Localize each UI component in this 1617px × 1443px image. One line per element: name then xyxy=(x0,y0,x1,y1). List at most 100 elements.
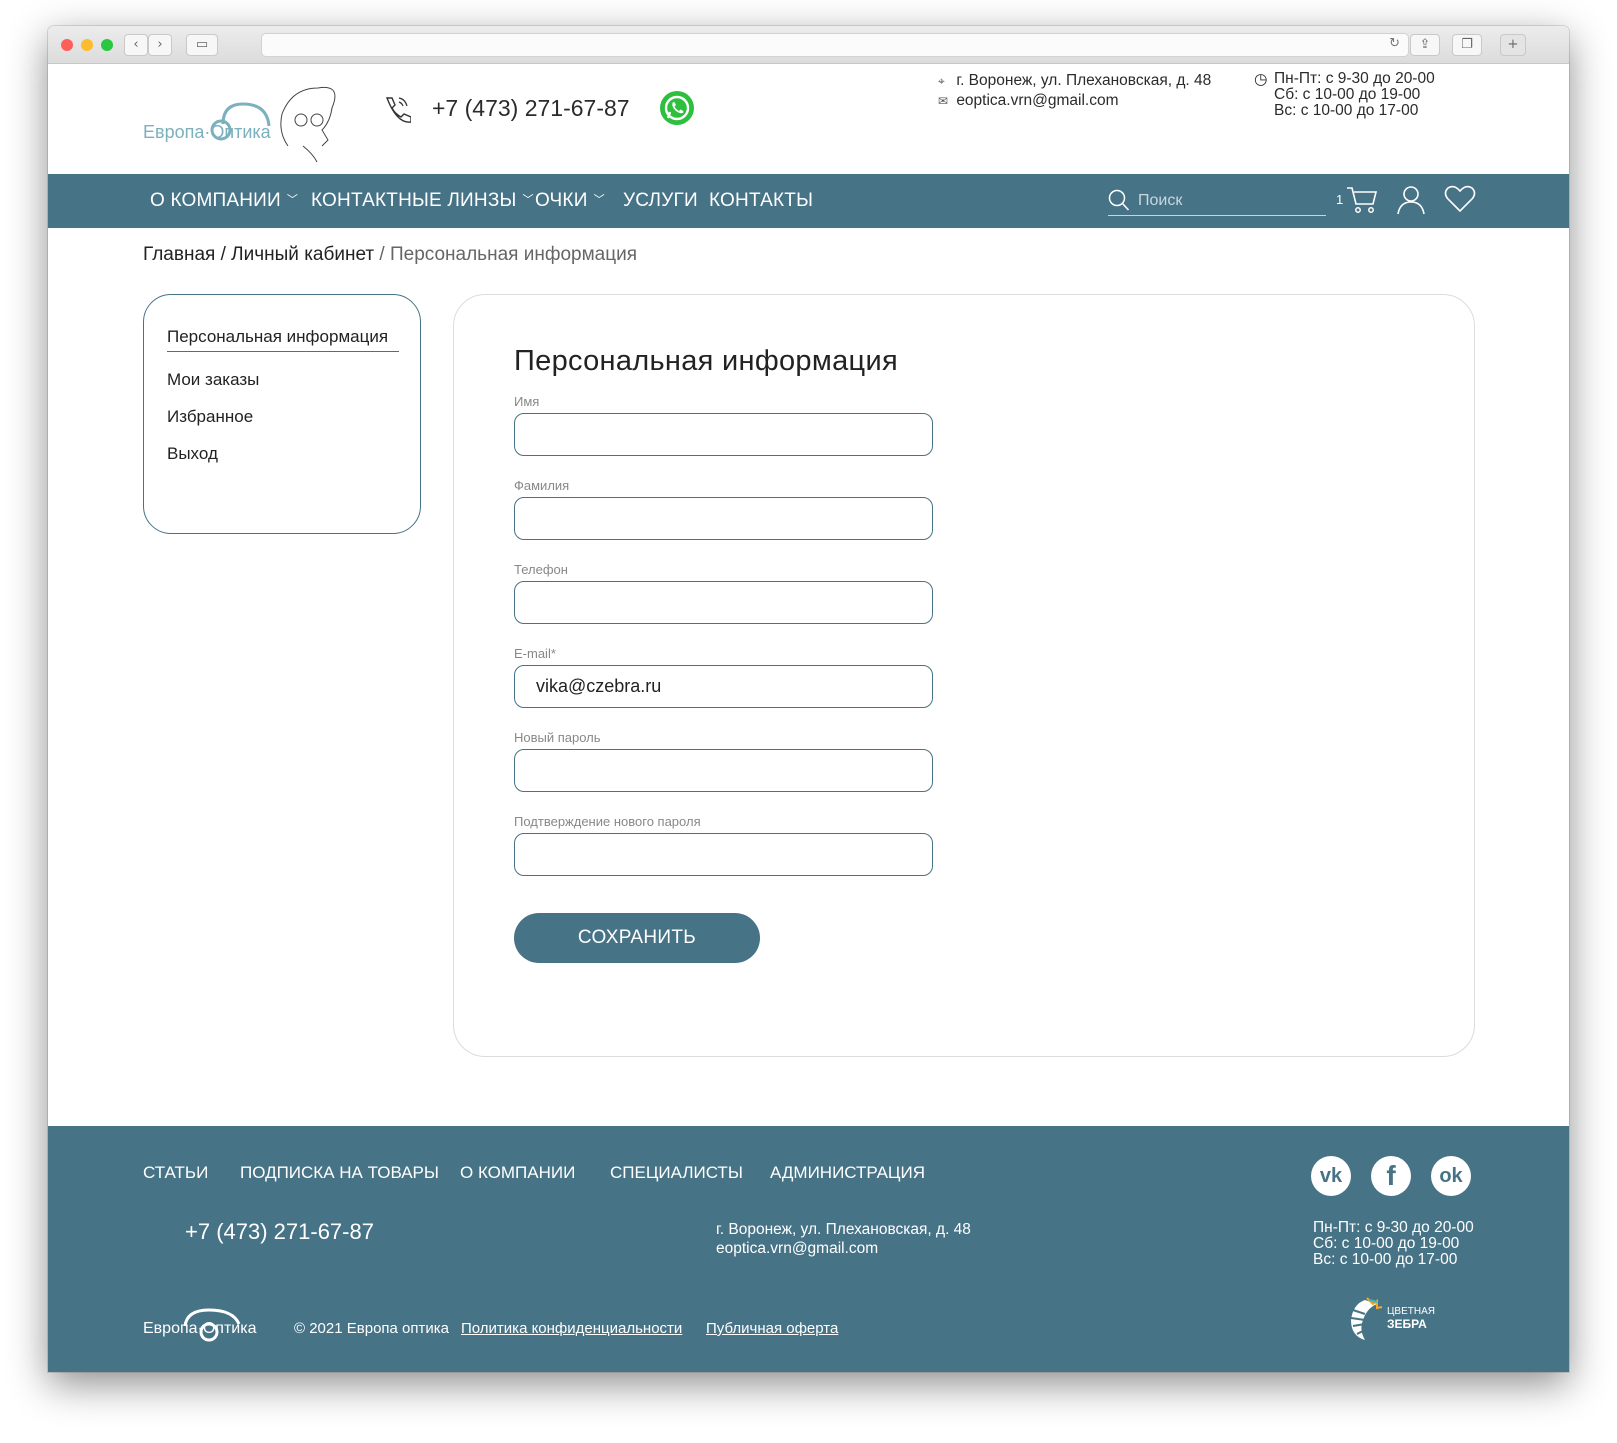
developer-brand-big: ЗЕБРА xyxy=(1387,1317,1427,1331)
phone-label: Телефон xyxy=(514,562,568,577)
hours-sunday: Вс: с 10-00 до 17-00 xyxy=(1274,102,1419,119)
header-email-text[interactable]: eoptica.vrn@gmail.com xyxy=(956,92,1118,109)
privacy-policy-link[interactable]: Политика конфиденциальности xyxy=(461,1320,682,1337)
cart-count-badge: 1 xyxy=(1336,192,1344,207)
zebra-icon xyxy=(1350,1297,1383,1340)
copyright-text: © 2021 Европа оптика xyxy=(294,1320,449,1337)
breadcrumb-separator: / xyxy=(374,244,390,265)
breadcrumb-current: Персональная информация xyxy=(389,244,637,265)
footer-link-administration[interactable]: АДМИНИСТРАЦИЯ xyxy=(770,1163,925,1183)
search-icon[interactable] xyxy=(1108,188,1130,212)
email-field[interactable] xyxy=(514,665,933,708)
search-box xyxy=(1108,186,1326,216)
sidebar-toggle-icon[interactable]: ▭ xyxy=(186,34,218,56)
breadcrumb-home[interactable]: Главная xyxy=(143,244,215,265)
sidebar-item-orders[interactable]: Мои заказы xyxy=(167,370,259,390)
breadcrumb: Главная / Личный кабинет / Персональная … xyxy=(143,244,637,266)
back-icon[interactable]: ‹ xyxy=(124,34,148,56)
new-password-field[interactable] xyxy=(514,749,933,792)
share-icon[interactable]: ⇪ xyxy=(1410,34,1440,56)
screen: ‹ › ▭ ↻ ⇪ ❐ + Европа·Оптика +7 (473) 271… xyxy=(0,0,1617,1443)
maximize-window-button[interactable] xyxy=(101,39,113,51)
browser-window: ‹ › ▭ ↻ ⇪ ❐ + Европа·Оптика +7 (473) 271… xyxy=(48,26,1569,1372)
user-icon[interactable] xyxy=(1396,184,1426,216)
footer-email[interactable]: eoptica.vrn@gmail.com xyxy=(716,1241,878,1257)
facebook-icon[interactable]: f xyxy=(1371,1156,1411,1196)
forward-icon[interactable]: › xyxy=(148,34,172,56)
mail-icon: ✉ xyxy=(938,94,949,108)
chevron-down-icon: ﹀ xyxy=(522,194,534,206)
breadcrumb-cabinet[interactable]: Личный кабинет xyxy=(231,244,374,265)
nav-item-services[interactable]: УСЛУГИ xyxy=(623,190,698,212)
header-phone[interactable]: +7 (473) 271-67-87 xyxy=(432,95,630,122)
breadcrumb-separator: / xyxy=(215,244,232,265)
site-footer: СТАТЬИ ПОДПИСКА НА ТОВАРЫ О КОМПАНИИ СПЕ… xyxy=(48,1126,1569,1372)
email-label: E-mail* xyxy=(514,646,556,661)
last-name-label: Фамилия xyxy=(514,478,570,493)
heart-icon[interactable] xyxy=(1444,184,1476,214)
footer-logo-text: Европа·Оптика xyxy=(143,1320,257,1337)
public-offer-link[interactable]: Публичная оферта xyxy=(706,1320,838,1337)
sidebar-item-favorites[interactable]: Избранное xyxy=(167,407,253,427)
confirm-password-label: Подтверждение нового пароля xyxy=(514,814,701,829)
nav-item-label: КОНТАКТЫ xyxy=(709,190,814,211)
save-button[interactable]: СОХРАНИТЬ xyxy=(514,913,760,963)
personal-info-card: Персональная информация Имя Фамилия Теле… xyxy=(453,294,1475,1057)
footer-hours-saturday: Сб: с 10-00 до 19-00 xyxy=(1313,1235,1460,1252)
minimize-window-button[interactable] xyxy=(81,39,93,51)
first-name-field[interactable] xyxy=(514,413,933,456)
cart-icon[interactable] xyxy=(1346,185,1378,215)
header-address-text: г. Воронеж, ул. Плехановская, д. 48 xyxy=(956,72,1212,89)
footer-address: г. Воронеж, ул. Плехановская, д. 48 xyxy=(716,1221,971,1238)
footer-logo[interactable]: Европа·Оптика xyxy=(143,1306,256,1342)
phone-field[interactable] xyxy=(514,581,933,624)
confirm-password-field[interactable] xyxy=(514,833,933,876)
odnoklassniki-icon[interactable]: ok xyxy=(1431,1156,1471,1196)
reload-icon[interactable]: ↻ xyxy=(1389,36,1400,51)
new-tab-icon[interactable]: + xyxy=(1500,34,1526,56)
first-name-label: Имя xyxy=(514,394,540,409)
hours-weekdays: Пн-Пт: с 9-30 до 20-00 xyxy=(1274,70,1435,87)
nav-item-glasses[interactable]: ОЧКИ ﹀ xyxy=(535,190,605,212)
whatsapp-icon[interactable] xyxy=(660,91,694,125)
address-bar[interactable]: ↻ xyxy=(261,33,1409,57)
site-logo[interactable]: Европа·Оптика xyxy=(143,84,353,164)
vk-icon[interactable]: vk xyxy=(1311,1156,1351,1196)
clock-icon: ◷ xyxy=(1254,71,1268,88)
close-window-button[interactable] xyxy=(61,39,73,51)
site-header: Европа·Оптика +7 (473) 271-67-87 ⌖ г. Во… xyxy=(48,64,1569,174)
developer-logo[interactable]: ЦВЕТНАЯ ЗЕБРА xyxy=(1345,1296,1445,1346)
page-title: Персональная информация xyxy=(514,345,898,377)
nav-item-label: О КОМПАНИИ xyxy=(150,190,281,211)
search-input[interactable] xyxy=(1138,189,1318,213)
footer-hours-weekdays: Пн-Пт: с 9-30 до 20-00 xyxy=(1313,1219,1474,1236)
nav-item-contacts[interactable]: КОНТАКТЫ xyxy=(709,190,813,212)
developer-brand: ЦВЕТНАЯ ЗЕБРА xyxy=(1387,1306,1435,1330)
footer-hours-sunday: Вс: с 10-00 до 17-00 xyxy=(1313,1251,1458,1268)
sidebar-item-logout[interactable]: Выход xyxy=(167,444,218,464)
browser-toolbar: ‹ › ▭ ↻ ⇪ ❐ + xyxy=(48,26,1569,64)
footer-link-specialists[interactable]: СПЕЦИАЛИСТЫ xyxy=(610,1163,743,1183)
hours-saturday: Сб: с 10-00 до 19-00 xyxy=(1274,86,1421,103)
header-hours: Пн-Пт: с 9-30 до 20-00 Сб: с 10-00 до 19… xyxy=(1274,71,1435,119)
chevron-down-icon: ﹀ xyxy=(286,194,299,206)
header-email[interactable]: ✉ eoptica.vrn@gmail.com xyxy=(938,93,1119,109)
header-address: ⌖ г. Воронеж, ул. Плехановская, д. 48 xyxy=(938,73,1211,89)
footer-hours: Пн-Пт: с 9-30 до 20-00 Сб: с 10-00 до 19… xyxy=(1313,1220,1474,1268)
nav-item-label: УСЛУГИ xyxy=(623,190,698,211)
sidebar-item-personal-info[interactable]: Персональная информация xyxy=(167,327,399,352)
nav-item-about[interactable]: О КОМПАНИИ ﹀ xyxy=(150,190,298,212)
nav-item-label: ОЧКИ xyxy=(535,190,588,211)
tabs-icon[interactable]: ❐ xyxy=(1452,34,1482,56)
footer-link-about[interactable]: О КОМПАНИИ xyxy=(460,1163,575,1183)
phone-icon xyxy=(385,97,411,123)
last-name-field[interactable] xyxy=(514,497,933,540)
nav-item-contact-lenses[interactable]: КОНТАКТНЫЕ ЛИНЗЫ ﹀ xyxy=(311,190,534,212)
logo-text: Европа·Оптика xyxy=(143,122,271,142)
location-pin-icon: ⌖ xyxy=(938,74,945,88)
chevron-down-icon: ﹀ xyxy=(593,194,605,206)
footer-phone[interactable]: +7 (473) 271-67-87 xyxy=(185,1219,374,1245)
footer-link-subscription[interactable]: ПОДПИСКА НА ТОВАРЫ xyxy=(240,1163,439,1183)
new-password-label: Новый пароль xyxy=(514,730,601,745)
footer-link-articles[interactable]: СТАТЬИ xyxy=(143,1163,208,1183)
